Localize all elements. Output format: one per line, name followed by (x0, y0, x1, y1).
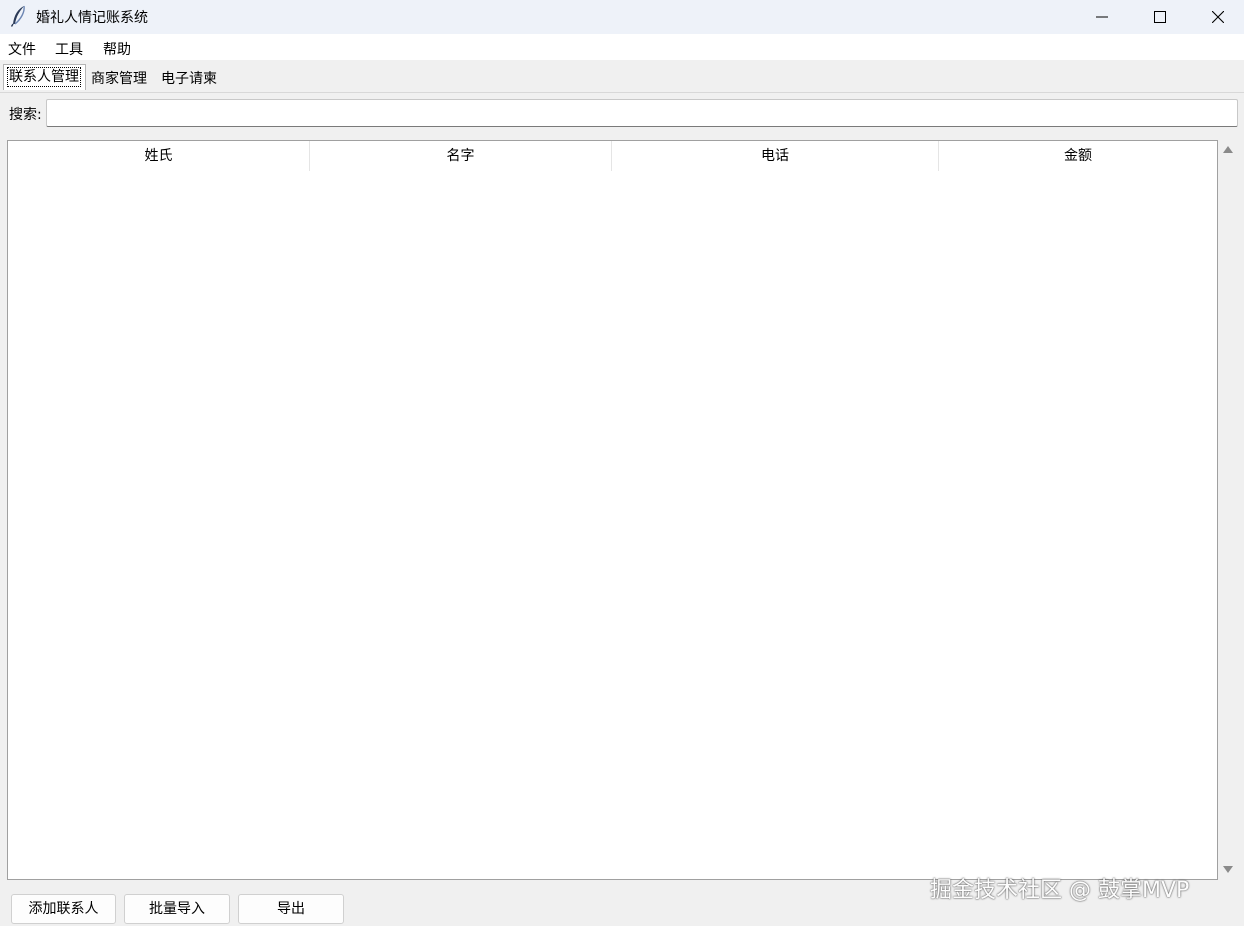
tab-merchants[interactable]: 商家管理 (88, 67, 150, 91)
search-input[interactable] (46, 99, 1238, 127)
vertical-scrollbar[interactable] (1218, 140, 1240, 880)
column-header-given-name[interactable]: 名字 (310, 141, 612, 171)
search-label: 搜索: (9, 107, 42, 123)
tab-contacts[interactable]: 联系人管理 (3, 64, 86, 90)
watermark-text: 掘金技术社区 @ 鼓掌MVP (930, 878, 1190, 903)
maximize-icon (1154, 11, 1166, 23)
close-icon (1212, 11, 1224, 23)
contacts-table[interactable]: 姓氏 名字 电话 金额 (7, 140, 1218, 880)
column-header-amount[interactable]: 金额 (939, 141, 1217, 171)
table-header: 姓氏 名字 电话 金额 (8, 141, 1217, 171)
column-header-phone[interactable]: 电话 (612, 141, 939, 171)
feather-icon (10, 5, 25, 27)
table-body[interactable] (8, 171, 1217, 879)
export-button[interactable]: 导出 (238, 894, 344, 924)
scroll-down-arrow-icon[interactable] (1223, 866, 1233, 873)
tab-contacts-label: 联系人管理 (7, 67, 81, 87)
minimize-button[interactable] (1073, 0, 1131, 34)
batch-import-button[interactable]: 批量导入 (124, 894, 230, 924)
menu-bar: 文件 工具 帮助 (0, 34, 1244, 60)
tab-invitations[interactable]: 电子请柬 (158, 67, 220, 91)
minimize-icon (1096, 16, 1108, 18)
maximize-button[interactable] (1131, 0, 1189, 34)
menu-file[interactable]: 文件 (6, 39, 38, 59)
window-title: 婚礼人情记账系统 (36, 10, 148, 26)
column-header-surname[interactable]: 姓氏 (8, 141, 310, 171)
menu-help[interactable]: 帮助 (101, 39, 133, 59)
tab-bar: 联系人管理 商家管理 电子请柬 (0, 62, 1244, 93)
menu-tools[interactable]: 工具 (53, 39, 85, 59)
title-bar: 婚礼人情记账系统 (0, 0, 1244, 34)
close-button[interactable] (1189, 0, 1244, 34)
scroll-up-arrow-icon[interactable] (1223, 146, 1233, 153)
app-window: 婚礼人情记账系统 文件 工具 帮助 联系人管理 商家管理 电子请柬 搜索: 姓氏… (0, 0, 1244, 926)
add-contact-button[interactable]: 添加联系人 (11, 894, 116, 924)
